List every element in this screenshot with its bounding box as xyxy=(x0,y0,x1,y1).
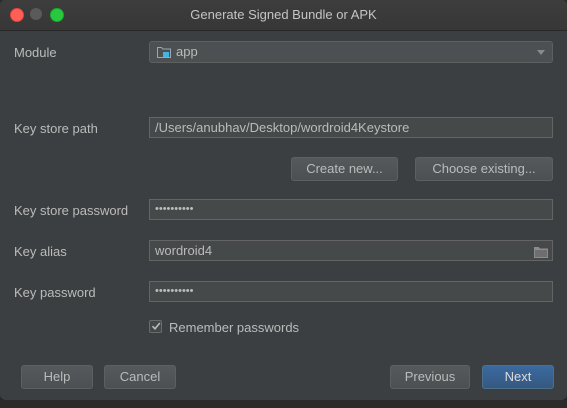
checkmark-icon xyxy=(151,322,161,331)
choose-existing-button[interactable]: Choose existing... xyxy=(415,157,553,181)
chevron-down-icon xyxy=(537,50,545,55)
title-bar: Generate Signed Bundle or APK xyxy=(0,0,567,31)
keystore-password-input[interactable]: •••••••••• xyxy=(149,199,553,220)
keystore-path-label: Key store path xyxy=(14,121,98,136)
create-new-button[interactable]: Create new... xyxy=(291,157,398,181)
help-button[interactable]: Help xyxy=(21,365,93,389)
cancel-button[interactable]: Cancel xyxy=(104,365,176,389)
remember-passwords-checkbox[interactable] xyxy=(149,320,162,333)
keystore-path-input[interactable]: /Users/anubhav/Desktop/wordroid4Keystore xyxy=(149,117,553,138)
key-alias-value: wordroid4 xyxy=(155,243,213,258)
signed-apk-dialog: Generate Signed Bundle or APK Module app… xyxy=(0,0,567,400)
key-password-input[interactable]: •••••••••• xyxy=(149,281,553,302)
key-alias-label: Key alias xyxy=(14,244,67,259)
next-button[interactable]: Next xyxy=(482,365,554,389)
key-password-label: Key password xyxy=(14,285,96,300)
folder-icon xyxy=(157,46,171,58)
remember-passwords-label: Remember passwords xyxy=(169,320,300,335)
keystore-password-label: Key store password xyxy=(14,203,129,218)
module-select[interactable]: app xyxy=(149,41,553,63)
module-value: app xyxy=(176,44,198,59)
window-title: Generate Signed Bundle or APK xyxy=(190,7,377,22)
background-editor-strip xyxy=(0,400,567,408)
key-alias-input[interactable]: wordroid4 xyxy=(149,240,553,261)
previous-button[interactable]: Previous xyxy=(390,365,470,389)
module-label: Module xyxy=(14,45,57,60)
browse-folder-icon[interactable] xyxy=(534,244,548,260)
